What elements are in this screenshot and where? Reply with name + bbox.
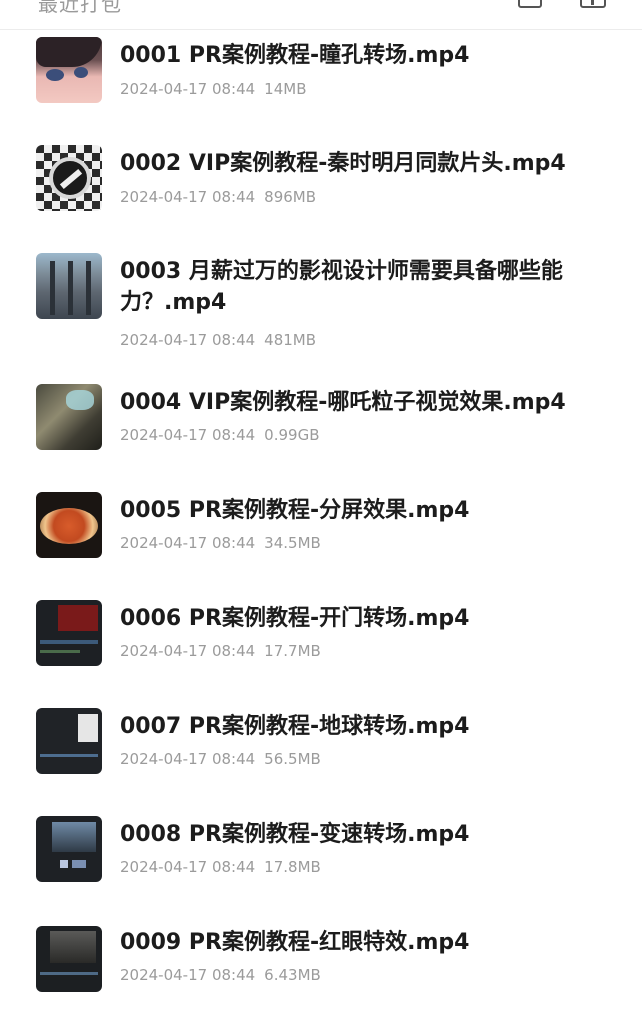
file-name: 0008 PR案例教程-变速转场.mp4 — [120, 822, 470, 847]
file-name: 0001 PR案例教程-瞳孔转场.mp4 — [120, 43, 470, 68]
file-meta: 2024-04-17 08:44 481MB — [120, 331, 316, 349]
list-item[interactable]: 0008 PR案例教程-变速转场.mp4 2024-04-17 08:44 17.… — [0, 814, 642, 914]
file-date: 2024-04-17 08:44 — [120, 966, 256, 984]
video-thumbnail — [36, 253, 102, 319]
list-item[interactable]: 0003 月薪过万的影视设计师需要具备哪些能力？.mp4 2024-04-17 … — [0, 246, 642, 366]
file-date: 2024-04-17 08:44 — [120, 80, 256, 98]
file-name: 0006 PR案例教程-开门转场.mp4 — [120, 606, 470, 631]
file-date: 2024-04-17 08:44 — [120, 331, 256, 349]
file-size: 17.8MB — [264, 858, 321, 876]
list-item[interactable]: 0005 PR案例教程-分屏效果.mp4 2024-04-17 08:44 34.… — [0, 490, 642, 590]
list-item[interactable]: 0007 PR案例教程-地球转场.mp4 2024-04-17 08:44 56.… — [0, 706, 642, 806]
list-item[interactable]: 0001 PR案例教程-瞳孔转场.mp4 2024-04-17 08:44 14M… — [0, 30, 642, 130]
file-meta: 2024-04-17 08:44 6.43MB — [120, 966, 321, 984]
video-thumbnail — [36, 37, 102, 103]
file-size: 17.7MB — [264, 642, 321, 660]
file-date: 2024-04-17 08:44 — [120, 642, 256, 660]
video-thumbnail — [36, 145, 102, 211]
list-item[interactable]: 0002 VIP案例教程-秦时明月同款片头.mp4 2024-04-17 08:… — [0, 138, 642, 238]
file-name: 0005 PR案例教程-分屏效果.mp4 — [120, 498, 470, 523]
file-meta: 2024-04-17 08:44 17.7MB — [120, 642, 321, 660]
file-date: 2024-04-17 08:44 — [120, 750, 256, 768]
grid-view-icon[interactable] — [580, 0, 606, 8]
list-view-icon[interactable] — [518, 0, 542, 8]
file-date: 2024-04-17 08:44 — [120, 188, 256, 206]
video-thumbnail — [36, 600, 102, 666]
file-meta: 2024-04-17 08:44 896MB — [120, 188, 316, 206]
file-size: 896MB — [264, 188, 317, 206]
list-item[interactable]: 0006 PR案例教程-开门转场.mp4 2024-04-17 08:44 17.… — [0, 598, 642, 698]
file-meta: 2024-04-17 08:44 56.5MB — [120, 750, 321, 768]
file-size: 56.5MB — [264, 750, 321, 768]
file-size: 0.99GB — [264, 426, 320, 444]
file-date: 2024-04-17 08:44 — [120, 426, 256, 444]
file-size: 481MB — [264, 331, 317, 349]
file-size: 14MB — [264, 80, 307, 98]
file-name: 0003 月薪过万的影视设计师需要具备哪些能力？.mp4 — [120, 259, 563, 315]
video-thumbnail — [36, 384, 102, 450]
file-name: 0009 PR案例教程-红眼特效.mp4 — [120, 930, 470, 955]
list-item[interactable]: 0009 PR案例教程-红眼特效.mp4 2024-04-17 08:44 6.4… — [0, 922, 642, 1022]
file-meta: 2024-04-17 08:44 0.99GB — [120, 426, 319, 444]
video-thumbnail — [36, 708, 102, 774]
top-bar: 最近打包 — [0, 0, 642, 30]
file-meta: 2024-04-17 08:44 34.5MB — [120, 534, 321, 552]
video-thumbnail — [36, 816, 102, 882]
file-size: 34.5MB — [264, 534, 321, 552]
file-meta: 2024-04-17 08:44 17.8MB — [120, 858, 321, 876]
file-size: 6.43MB — [264, 966, 321, 984]
file-name: 0004 VIP案例教程-哪吒粒子视觉效果.mp4 — [120, 390, 566, 415]
file-date: 2024-04-17 08:44 — [120, 534, 256, 552]
file-meta: 2024-04-17 08:44 14MB — [120, 80, 307, 98]
list-item[interactable]: 0004 VIP案例教程-哪吒粒子视觉效果.mp4 2024-04-17 08:… — [0, 382, 642, 482]
file-date: 2024-04-17 08:44 — [120, 858, 256, 876]
page-title: 最近打包 — [38, 0, 122, 16]
file-name: 0007 PR案例教程-地球转场.mp4 — [120, 714, 470, 739]
video-thumbnail — [36, 492, 102, 558]
video-thumbnail — [36, 926, 102, 992]
file-name: 0002 VIP案例教程-秦时明月同款片头.mp4 — [120, 151, 566, 176]
